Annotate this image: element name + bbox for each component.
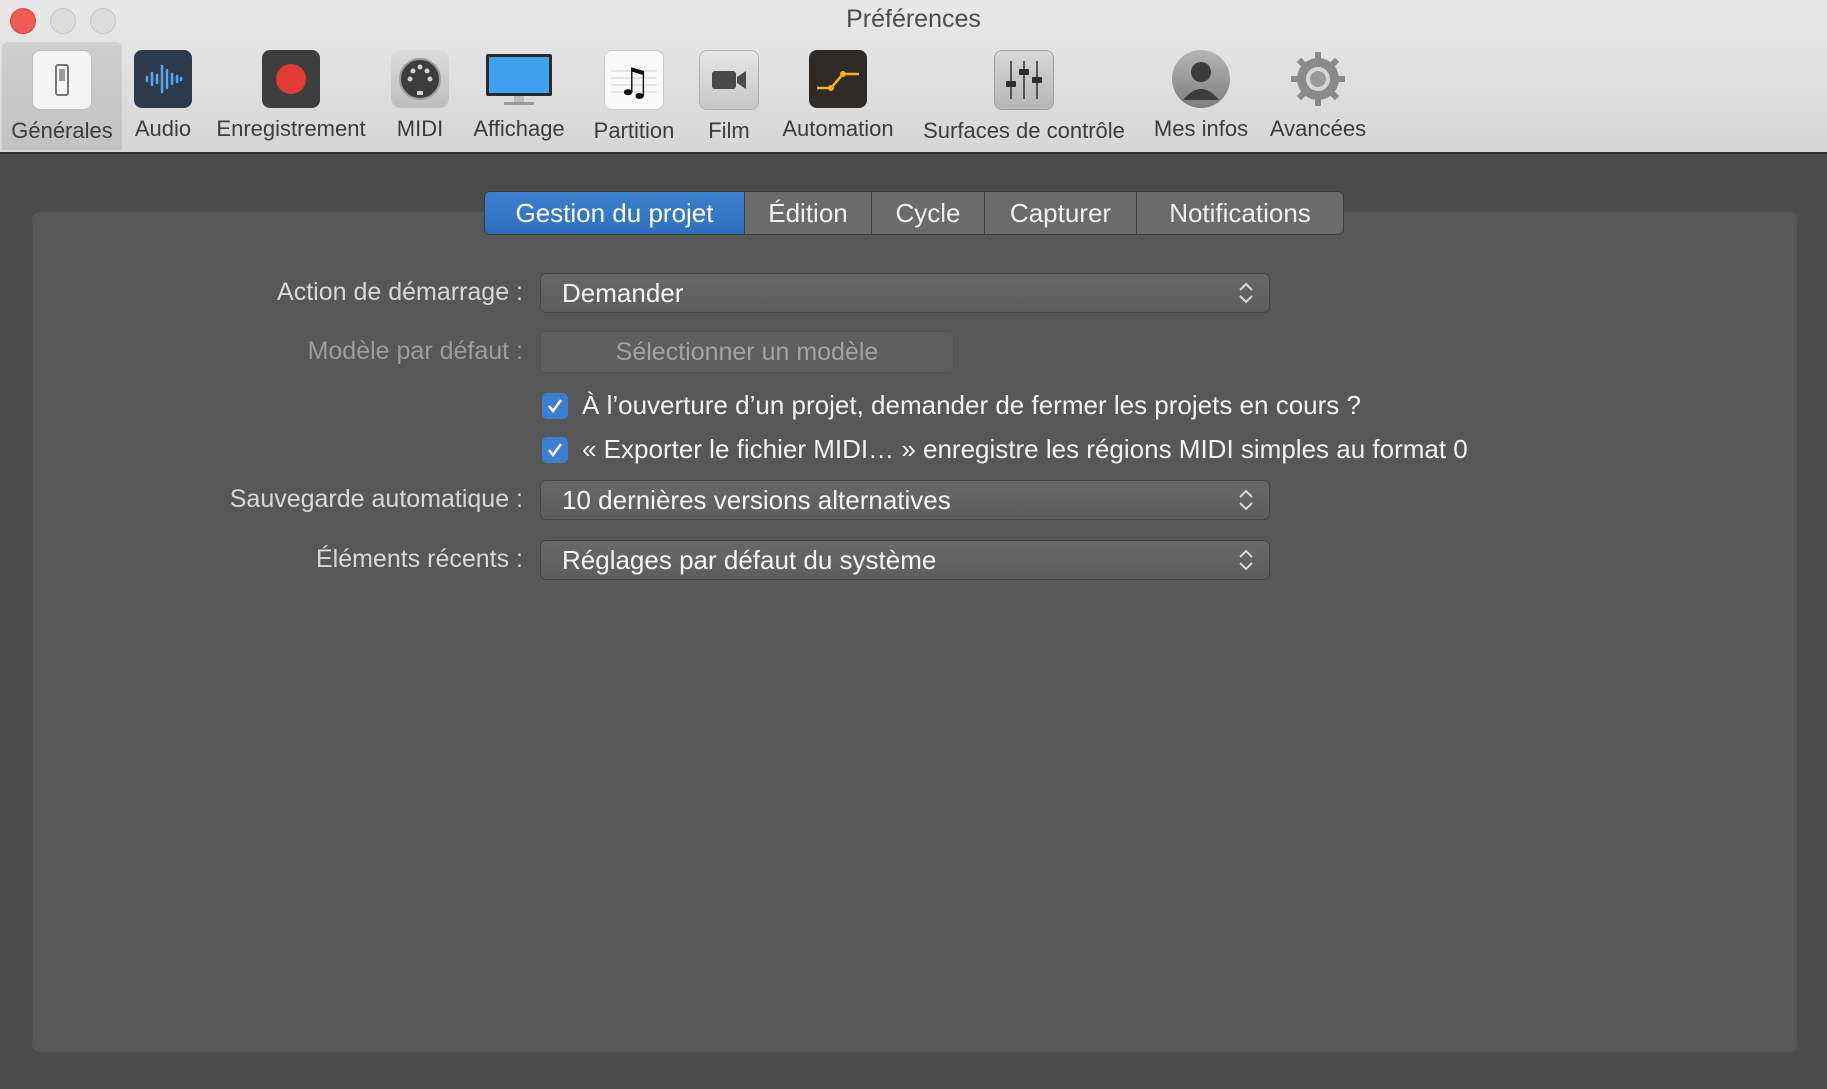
export-midi-label: « Exporter le fichier MIDI… » enregistre… [582,434,1468,464]
tab-gestion-du-projet[interactable]: Gestion du projet [485,192,745,234]
export-midi-checkbox-row[interactable]: « Exporter le fichier MIDI… » enregistre… [542,434,1468,465]
toolbar-item-avancees[interactable]: Avancées [1266,42,1370,150]
toolbar-item-enregistrement[interactable]: Enregistrement [208,42,374,150]
autosave-value: 10 dernières versions alternatives [562,484,951,515]
toolbar-item-film[interactable]: Film [698,42,760,150]
checkmark-icon [548,442,563,457]
toolbar-item-surfaces-de-controle[interactable]: Surfaces de contrôle [914,42,1134,150]
autosave-label: Sauvegarde automatique : [229,485,523,513]
faders-icon [994,50,1054,110]
startup-action-label: Action de démarrage : [277,278,523,306]
chevron-updown-icon [1239,489,1253,511]
toolbar-label: Partition [593,118,675,143]
toolbar-item-generales[interactable]: Générales [2,42,122,150]
toolbar-item-automation[interactable]: Automation [776,42,900,150]
toolbar-item-partition[interactable]: ♫ Partition [586,42,682,150]
chevron-updown-icon [1239,282,1253,304]
gear-icon [1289,50,1347,108]
recent-items-label: Éléments récents : [315,545,523,573]
preferences-window: Préférences Générales Audio Enregistreme… [0,0,1827,1089]
export-midi-checkbox[interactable] [542,436,568,463]
tab-notifications[interactable]: Notifications [1137,192,1343,234]
toolbar-item-midi[interactable]: MIDI [388,42,452,150]
recent-items-value: Réglages par défaut du système [562,544,937,575]
close-projects-checkbox-row[interactable]: À l’ouverture d’un projet, demander de f… [542,390,1361,421]
toolbar-label: Audio [134,116,192,141]
music-note-icon: ♫ [604,50,664,110]
waveform-icon [134,50,192,108]
toolbar-label: Avancées [1269,116,1367,141]
display-icon [484,50,554,108]
chevron-updown-icon [1239,549,1253,571]
close-projects-checkbox[interactable] [542,392,568,419]
midi-connector-icon [391,50,449,108]
toolbar-label: Film [708,118,750,143]
toolbar-label: Surfaces de contrôle [923,118,1125,143]
switch-icon [32,50,92,110]
recent-items-select[interactable]: Réglages par défaut du système [540,540,1270,580]
close-projects-label: À l’ouverture d’un projet, demander de f… [582,390,1361,420]
window-title: Préférences [846,5,981,33]
toolbar-item-affichage[interactable]: Affichage [466,42,572,150]
toolbar-label: Affichage [473,116,565,141]
title-bar: Préférences Générales Audio Enregistreme… [0,0,1827,154]
toolbar-label: Générales [11,118,113,143]
startup-action-value: Demander [562,277,684,308]
toolbar-item-audio[interactable]: Audio [126,42,200,150]
autosave-select[interactable]: 10 dernières versions alternatives [540,480,1270,520]
tab-capturer[interactable]: Capturer [985,192,1137,234]
toolbar-item-mes-infos[interactable]: Mes infos [1150,42,1252,150]
video-camera-icon [699,50,759,110]
tab-cycle[interactable]: Cycle [872,192,985,234]
startup-action-select[interactable]: Demander [540,273,1270,313]
select-template-button[interactable]: Sélectionner un modèle [540,331,954,373]
tab-edition[interactable]: Édition [745,192,872,234]
toolbar-label: MIDI [396,116,444,141]
toolbar-label: Automation [782,116,894,141]
record-icon [262,50,320,108]
toolbar-label: Enregistrement [216,116,366,141]
tab-bar: Gestion du projet Édition Cycle Capturer… [484,191,1344,235]
checkmark-icon [548,398,563,413]
svg-text:♫: ♫ [617,60,651,104]
user-icon [1172,50,1230,108]
toolbar-label: Mes infos [1153,116,1249,141]
default-template-label: Modèle par défaut : [307,337,523,365]
automation-icon [809,50,867,108]
